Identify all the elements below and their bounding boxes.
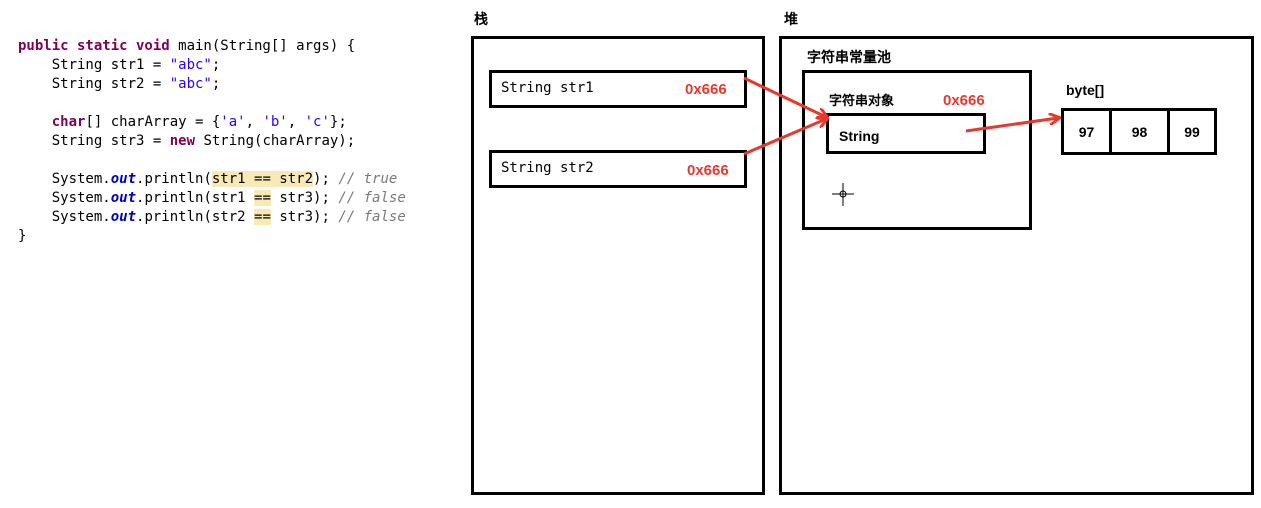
diagram-arrows [743, 76, 1261, 206]
arrow-str1-to-string-object [743, 76, 826, 117]
arrow-string-to-byte-array [965, 118, 1058, 133]
arrow-str2-to-string-object [743, 119, 826, 156]
crosshair-cursor-icon [832, 183, 854, 206]
